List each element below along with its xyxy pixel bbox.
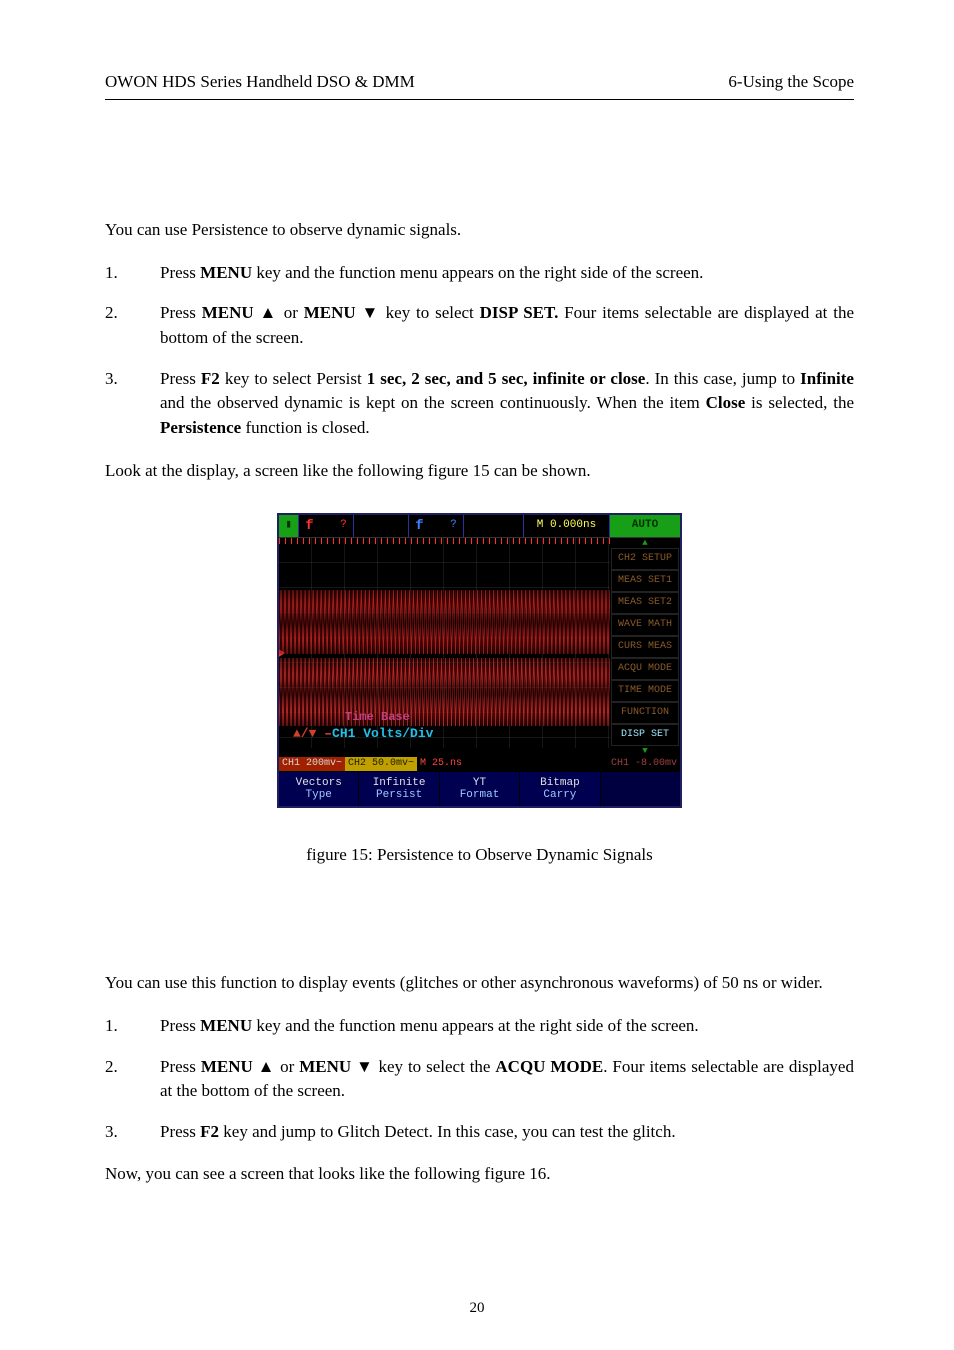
- figure-caption-15: figure 15: Persistence to Observe Dynami…: [105, 843, 854, 868]
- step-number: 1.: [105, 261, 130, 286]
- intro-paragraph: You can use Persistence to observe dynam…: [105, 218, 854, 243]
- side-meas-set1: MEAS SET1: [611, 570, 679, 592]
- volts-div-label: ▲/▼ –CH1 Volts/Div: [293, 725, 433, 744]
- closing-paragraph: Now, you can see a screen that looks lik…: [105, 1162, 854, 1187]
- power-icon: ▮: [279, 515, 299, 537]
- fkey-empty: [600, 772, 680, 806]
- fkey-type: VectorsType: [279, 772, 358, 806]
- step-text: Press MENU ▲ or MENU ▼ key to select DIS…: [160, 303, 854, 347]
- fkey-format: YTFormat: [439, 772, 519, 806]
- step-number: 3.: [105, 1120, 130, 1145]
- side-curs-meas: CURS MEAS: [611, 636, 679, 658]
- fkeys-row: VectorsType InfinitePersist YTFormat Bit…: [279, 772, 680, 806]
- step-1: 1. Press MENU key and the function menu …: [105, 261, 854, 286]
- step-number: 1.: [105, 1014, 130, 1039]
- step-text: Press MENU key and the function menu app…: [160, 263, 703, 282]
- status-ch1-offset: CH1 -8.00mv: [608, 757, 680, 772]
- step-2: 2. Press MENU ▲ or MENU ▼ key to select …: [105, 301, 854, 350]
- page-header: OWON HDS Series Handheld DSO & DMM 6-Usi…: [105, 70, 854, 100]
- scope-top-bar: ▮ f ? f ? M 0.000ns AUTO: [279, 515, 680, 538]
- waveform-lower: [279, 658, 610, 726]
- step-number: 3.: [105, 367, 130, 392]
- look-paragraph: Look at the display, a screen like the f…: [105, 459, 854, 484]
- timebase-label: Time Base: [345, 709, 410, 726]
- header-left: OWON HDS Series Handheld DSO & DMM: [105, 70, 415, 95]
- peak-detect-intro: You can use this function to display eve…: [105, 971, 854, 996]
- scope-body: Time Base ▲/▼ –CH1 Volts/Div ▲ CH2 SETUP…: [279, 538, 680, 756]
- header-right: 6-Using the Scope: [728, 70, 854, 95]
- side-time-mode: TIME MODE: [611, 680, 679, 702]
- step-3: 3. Press F2 key to select Persist 1 sec,…: [105, 367, 854, 441]
- waveform-upper: [279, 590, 610, 654]
- plot-ticks-top: [279, 538, 610, 544]
- step-number: 2.: [105, 301, 130, 326]
- top-f1: f ?: [299, 515, 354, 537]
- step-3b: 3. Press F2 key and jump to Glitch Detec…: [105, 1120, 854, 1145]
- page: OWON HDS Series Handheld DSO & DMM 6-Usi…: [0, 0, 954, 1350]
- step-text: Press F2 key to select Persist 1 sec, 2 …: [160, 369, 854, 437]
- top-f2: [354, 515, 409, 537]
- side-function: FUNCTION: [611, 702, 679, 724]
- step-1b: 1. Press MENU key and the function menu …: [105, 1014, 854, 1039]
- side-disp-set: DISP SET: [611, 724, 679, 746]
- status-row: CH1 200mv~ CH2 50.0mv~ M 25.ns CH1 -8.00…: [279, 756, 680, 772]
- step-2b: 2. Press MENU ▲ or MENU ▼ key to select …: [105, 1055, 854, 1104]
- step-text: Press F2 key and jump to Glitch Detect. …: [160, 1122, 676, 1141]
- step-number: 2.: [105, 1055, 130, 1080]
- step-text: Press MENU key and the function menu app…: [160, 1016, 699, 1035]
- top-spacer: [464, 515, 524, 537]
- figure-15: ▮ f ? f ? M 0.000ns AUTO: [105, 513, 854, 808]
- top-f3: f ?: [409, 515, 464, 537]
- scope-screen: ▮ f ? f ? M 0.000ns AUTO: [277, 513, 682, 808]
- top-auto: AUTO: [610, 515, 680, 537]
- menu-down-arrow-icon: ▼: [610, 746, 680, 756]
- status-ch1: CH1 200mv~: [279, 757, 345, 772]
- top-mtime: M 0.000ns: [524, 515, 610, 537]
- fkey-carry: BitmapCarry: [519, 772, 599, 806]
- fkey-persist: InfinitePersist: [358, 772, 438, 806]
- step-text: Press MENU ▲ or MENU ▼ key to select the…: [160, 1057, 854, 1101]
- status-m: M 25.ns: [417, 757, 465, 772]
- side-acqu-mode: ACQU MODE: [611, 658, 679, 680]
- side-ch2-setup: CH2 SETUP: [611, 548, 679, 570]
- side-meas-set2: MEAS SET2: [611, 592, 679, 614]
- side-wave-math: WAVE MATH: [611, 614, 679, 636]
- side-menu: ▲ CH2 SETUP MEAS SET1 MEAS SET2 WAVE MAT…: [610, 538, 680, 756]
- plot-area: Time Base ▲/▼ –CH1 Volts/Div: [279, 538, 610, 748]
- page-number: 20: [0, 1298, 954, 1320]
- menu-up-arrow-icon: ▲: [610, 538, 680, 548]
- section-heading-persistence: Persistence: [105, 170, 854, 200]
- section-heading-peak-detect: Peak Detect: [105, 923, 854, 953]
- steps-list-1: 1. Press MENU key and the function menu …: [105, 261, 854, 441]
- status-ch2: CH2 50.0mv~: [345, 757, 417, 772]
- steps-list-2: 1. Press MENU key and the function menu …: [105, 1014, 854, 1145]
